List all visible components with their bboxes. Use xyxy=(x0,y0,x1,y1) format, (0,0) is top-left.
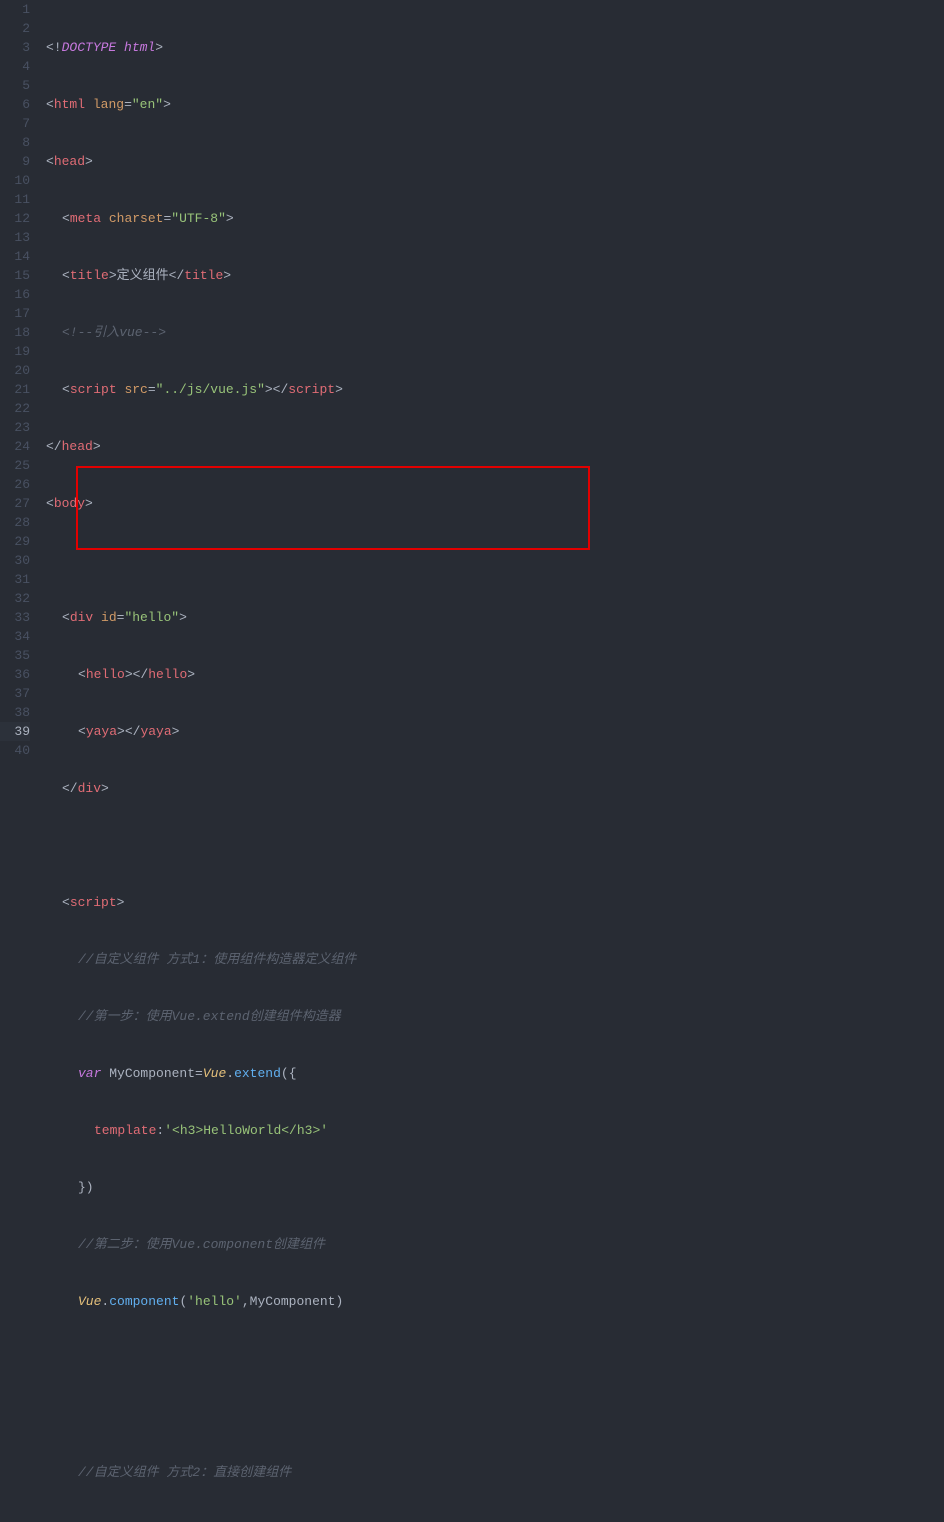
line-number: 12 xyxy=(0,209,30,228)
line-number: 15 xyxy=(0,266,30,285)
line-number: 14 xyxy=(0,247,30,266)
line-number: 29 xyxy=(0,532,30,551)
line-number: 34 xyxy=(0,627,30,646)
code-line[interactable] xyxy=(42,1349,944,1368)
code-line[interactable]: //第一步：使用Vue.extend创建组件构造器 xyxy=(42,1007,944,1026)
code-line[interactable]: <hello></hello> xyxy=(42,665,944,684)
line-number: 6 xyxy=(0,95,30,114)
code-line[interactable]: <script src="../js/vue.js"></script> xyxy=(42,380,944,399)
line-number: 10 xyxy=(0,171,30,190)
code-line[interactable]: <div id="hello"> xyxy=(42,608,944,627)
code-line[interactable]: <yaya></yaya> xyxy=(42,722,944,741)
line-number: 5 xyxy=(0,76,30,95)
line-number: 33 xyxy=(0,608,30,627)
line-number: 16 xyxy=(0,285,30,304)
line-number: 26 xyxy=(0,475,30,494)
line-number: 20 xyxy=(0,361,30,380)
line-number: 25 xyxy=(0,456,30,475)
line-number: 24 xyxy=(0,437,30,456)
line-number-gutter: 1 2 3 4 5 6 7 8 9 10 11 12 13 14 15 16 1… xyxy=(0,0,42,761)
line-number: 19 xyxy=(0,342,30,361)
code-line[interactable]: template:'<h3>HelloWorld</h3>' xyxy=(42,1121,944,1140)
line-number: 30 xyxy=(0,551,30,570)
code-line[interactable]: <!--引入vue--> xyxy=(42,323,944,342)
line-number: 38 xyxy=(0,703,30,722)
line-number: 22 xyxy=(0,399,30,418)
line-number: 27 xyxy=(0,494,30,513)
code-line[interactable] xyxy=(42,1406,944,1425)
line-number: 28 xyxy=(0,513,30,532)
line-number: 32 xyxy=(0,589,30,608)
code-line[interactable]: <!DOCTYPE html> xyxy=(42,38,944,57)
code-line[interactable]: //自定义组件 方式2：直接创建组件 xyxy=(42,1463,944,1482)
code-line[interactable]: Vue.component('hello',MyComponent) xyxy=(42,1292,944,1311)
line-number: 23 xyxy=(0,418,30,437)
line-number: 40 xyxy=(0,741,30,760)
code-line[interactable]: //自定义组件 方式1：使用组件构造器定义组件 xyxy=(42,950,944,969)
line-number: 18 xyxy=(0,323,30,342)
code-line[interactable] xyxy=(42,551,944,570)
line-number: 7 xyxy=(0,114,30,133)
line-number: 2 xyxy=(0,19,30,38)
code-line[interactable]: </head> xyxy=(42,437,944,456)
line-number: 21 xyxy=(0,380,30,399)
code-line[interactable]: <head> xyxy=(42,152,944,171)
code-line[interactable]: Vue.component('yaya',{ //该方法定义的组件为全局组件 xyxy=(42,1520,944,1522)
line-number: 9 xyxy=(0,152,30,171)
code-line[interactable]: }) xyxy=(42,1178,944,1197)
line-number: 4 xyxy=(0,57,30,76)
line-number: 13 xyxy=(0,228,30,247)
line-number: 39 xyxy=(0,722,30,741)
code-line[interactable]: <body> xyxy=(42,494,944,513)
code-editor[interactable]: <!DOCTYPE html> <html lang="en"> <head> … xyxy=(42,0,944,761)
line-number: 8 xyxy=(0,133,30,152)
line-number: 17 xyxy=(0,304,30,323)
line-number: 35 xyxy=(0,646,30,665)
line-number: 36 xyxy=(0,665,30,684)
code-line[interactable]: //第二步：使用Vue.component创建组件 xyxy=(42,1235,944,1254)
code-line[interactable]: var MyComponent=Vue.extend({ xyxy=(42,1064,944,1083)
code-line[interactable] xyxy=(42,836,944,855)
line-number: 3 xyxy=(0,38,30,57)
code-line[interactable]: </div> xyxy=(42,779,944,798)
code-line[interactable]: <script> xyxy=(42,893,944,912)
code-line[interactable]: <meta charset="UTF-8"> xyxy=(42,209,944,228)
code-line[interactable]: <title>定义组件</title> xyxy=(42,266,944,285)
code-line[interactable]: <html lang="en"> xyxy=(42,95,944,114)
line-number: 31 xyxy=(0,570,30,589)
line-number: 1 xyxy=(0,0,30,19)
line-number: 11 xyxy=(0,190,30,209)
line-number: 37 xyxy=(0,684,30,703)
